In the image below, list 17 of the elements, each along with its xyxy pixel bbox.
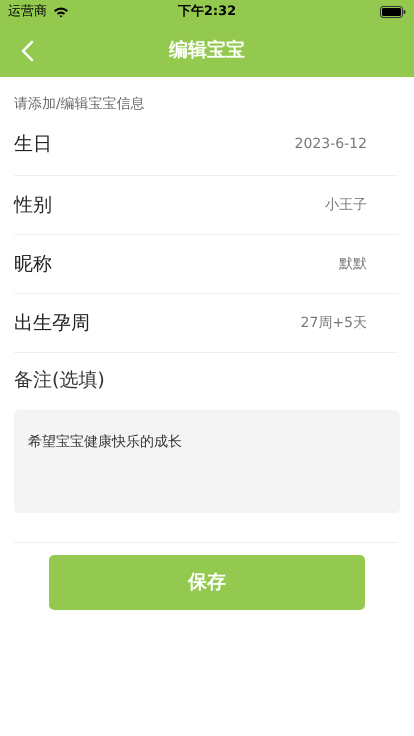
page-title: 编辑宝宝	[169, 38, 245, 64]
wifi-icon	[53, 6, 69, 18]
battery-icon	[380, 6, 406, 18]
field-label: 性别	[14, 192, 52, 218]
carrier-label: 运营商	[8, 3, 47, 22]
field-label: 出生孕周	[14, 310, 90, 336]
field-label: 昵称	[14, 252, 52, 277]
field-label: 生日	[14, 132, 52, 158]
field-value[interactable]: 2023-6-12	[294, 134, 367, 155]
clock-time: 下午2:32	[178, 3, 236, 22]
form-hint: 请添加/编辑宝宝信息	[14, 95, 146, 114]
field-value[interactable]: 小王子	[325, 194, 367, 216]
note-label: 备注(选填)	[14, 368, 106, 393]
field-value[interactable]: 27周+5天	[300, 312, 367, 334]
note-field[interactable]: 希望宝宝健康快乐的成长	[14, 410, 400, 513]
back-icon[interactable]	[20, 40, 34, 62]
field-value[interactable]: 默默	[339, 254, 367, 274]
